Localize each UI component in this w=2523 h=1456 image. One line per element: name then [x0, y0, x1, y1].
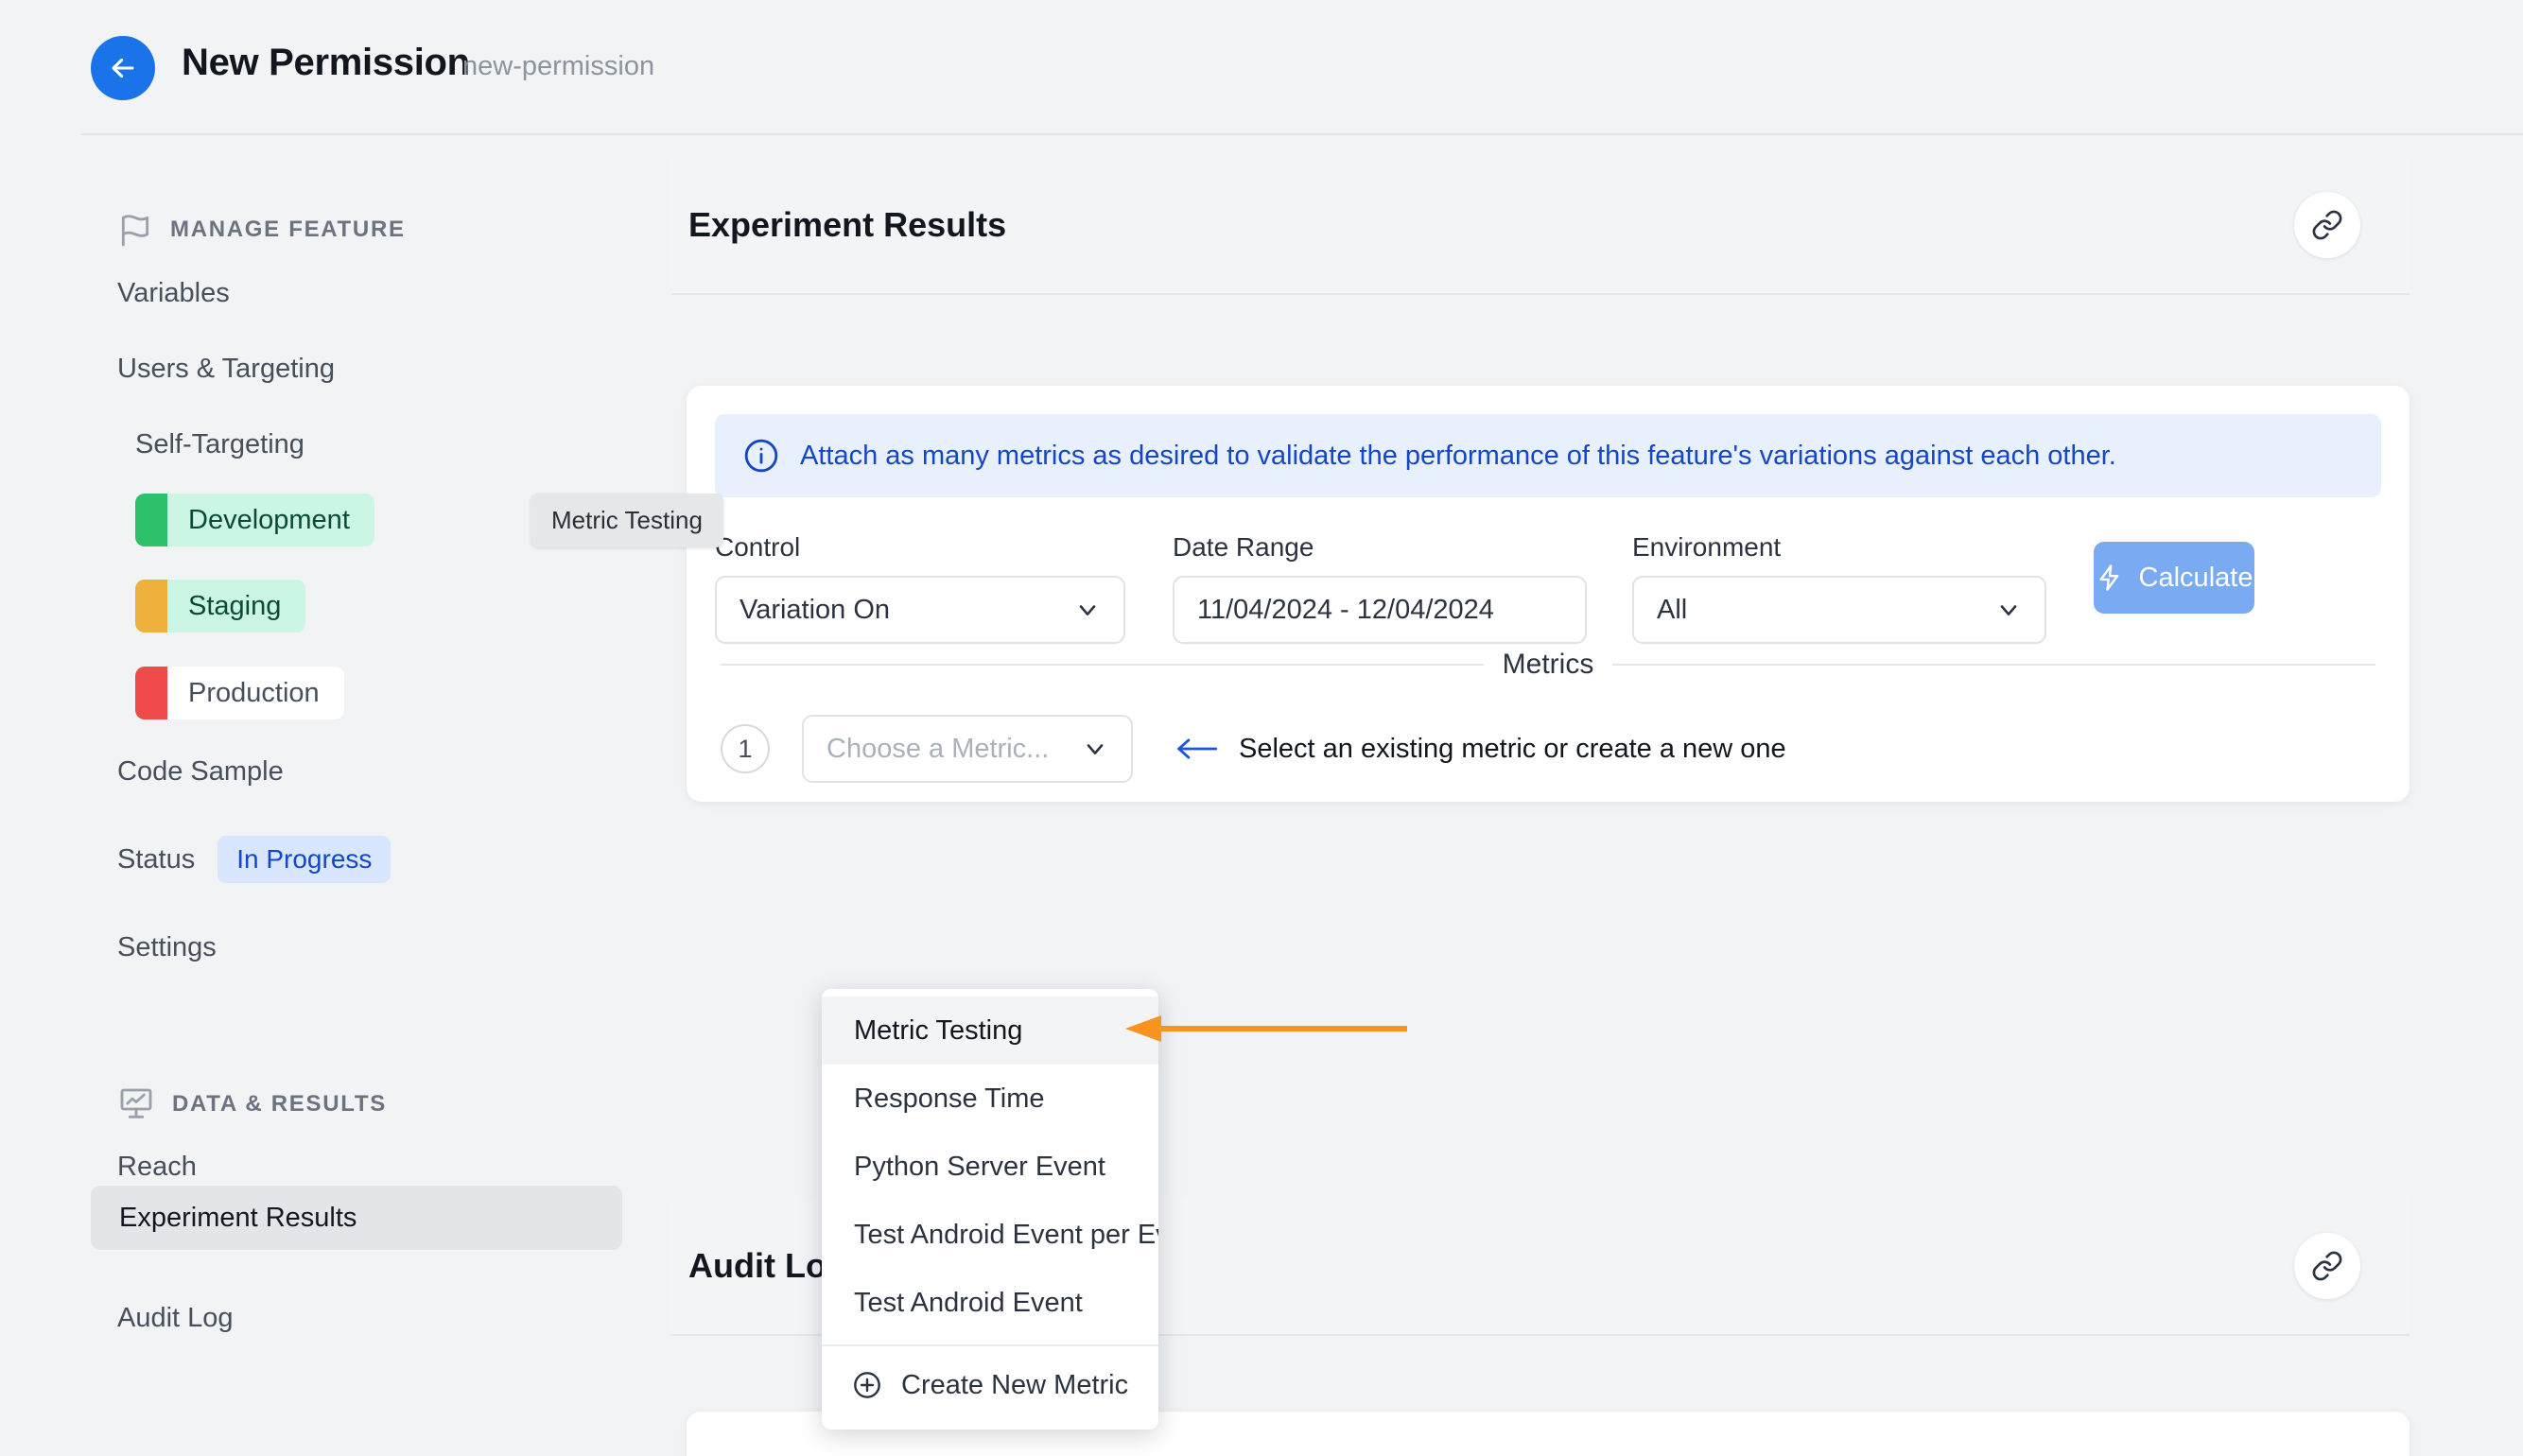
- environment-label: Environment: [1632, 532, 2046, 563]
- sidebar-section-label: MANAGE FEATURE: [170, 217, 406, 243]
- sidebar-item-variables[interactable]: Variables: [117, 278, 230, 309]
- sidebar-item-label: Experiment Results: [119, 1203, 357, 1234]
- metrics-separator: Metrics: [721, 649, 2375, 681]
- sidebar-item-code-sample[interactable]: Code Sample: [117, 756, 284, 788]
- sidebar-env-production[interactable]: Production: [135, 667, 344, 719]
- dropdown-item-test-android-event-per-ev[interactable]: Test Android Event per Ev: [822, 1201, 1158, 1269]
- control-label: Control: [715, 532, 1125, 563]
- create-new-metric-button[interactable]: Create New Metric: [822, 1350, 1158, 1420]
- sidebar-section-manage-feature: MANAGE FEATURE: [117, 212, 406, 248]
- dropdown-item-label: Metric Testing: [854, 1015, 1022, 1047]
- sidebar-item-label: Users & Targeting: [117, 354, 335, 384]
- sidebar-item-label: Audit Log: [117, 1303, 234, 1333]
- page-title: New Permission: [182, 42, 470, 84]
- chevron-down-icon: [1082, 736, 1108, 762]
- sidebar-item-reach[interactable]: Reach: [117, 1152, 197, 1183]
- environment-field: Environment All: [1632, 532, 2046, 644]
- sidebar-item-self-targeting[interactable]: Self-Targeting: [135, 429, 304, 460]
- separator-line-left: [721, 664, 1484, 666]
- calculate-label: Calculate: [2139, 563, 2253, 594]
- sidebar-item-label: Code Sample: [117, 756, 284, 787]
- arrow-left-icon: [1174, 736, 1218, 762]
- lightning-icon: [2096, 563, 2124, 592]
- dropdown-item-label: Response Time: [854, 1083, 1045, 1115]
- env-label: Staging: [167, 591, 305, 622]
- env-color-swatch: [135, 494, 167, 546]
- info-banner: Attach as many metrics as desired to val…: [715, 414, 2381, 497]
- sidebar-item-users-targeting[interactable]: Users & Targeting: [117, 354, 335, 385]
- chevron-down-icon: [1074, 597, 1101, 623]
- sidebar-item-label: Self-Targeting: [135, 429, 304, 459]
- metric-hint-text: Select an existing metric or create a ne…: [1239, 734, 1786, 765]
- copy-link-button[interactable]: [2294, 1233, 2360, 1299]
- date-range-value: 11/04/2024 - 12/04/2024: [1197, 595, 1494, 626]
- date-range-field: Date Range 11/04/2024 - 12/04/2024: [1173, 532, 1587, 644]
- sidebar-item-label: Reach: [117, 1152, 197, 1182]
- dropdown-item-python-server-event[interactable]: Python Server Event: [822, 1133, 1158, 1201]
- link-icon: [2311, 1250, 2343, 1282]
- plus-circle-icon: [852, 1370, 882, 1400]
- metric-dropdown-menu: Metric Testing Response Time Python Serv…: [822, 989, 1158, 1430]
- sidebar-item-label: Variables: [117, 278, 230, 308]
- metric-hint: Select an existing metric or create a ne…: [1174, 734, 1786, 765]
- control-select[interactable]: Variation On: [715, 576, 1125, 644]
- dropdown-item-label: Test Android Event per Ev: [854, 1220, 1158, 1251]
- sidebar-section-data-results: DATA & RESULTS: [117, 1085, 387, 1123]
- env-color-swatch: [135, 667, 167, 719]
- env-color-swatch: [135, 580, 167, 633]
- metric-testing-tooltip: Metric Testing: [531, 494, 723, 547]
- link-icon: [2311, 209, 2343, 241]
- info-banner-message: Attach as many metrics as desired to val…: [800, 441, 2116, 472]
- status-badge: In Progress: [218, 836, 391, 883]
- date-range-input[interactable]: 11/04/2024 - 12/04/2024: [1173, 576, 1587, 644]
- chart-board-icon: [117, 1085, 155, 1123]
- sidebar-item-experiment-results[interactable]: Experiment Results: [91, 1186, 622, 1250]
- sidebar-status-row: Status In Progress: [117, 836, 391, 883]
- environment-select[interactable]: All: [1632, 576, 2046, 644]
- separator-line-right: [1612, 664, 2375, 666]
- annotation-arrow: [1118, 1014, 1411, 1043]
- card-title: Experiment Results: [688, 205, 1006, 245]
- copy-link-button[interactable]: [2294, 192, 2360, 258]
- dropdown-item-response-time[interactable]: Response Time: [822, 1065, 1158, 1133]
- flag-icon: [117, 212, 153, 248]
- dropdown-item-label: Python Server Event: [854, 1152, 1105, 1183]
- metrics-separator-label: Metrics: [1503, 649, 1594, 681]
- dropdown-item-label: Test Android Event: [854, 1288, 1083, 1319]
- control-value: Variation On: [740, 595, 890, 626]
- sidebar-item-label: Settings: [117, 932, 217, 962]
- dropdown-divider: [822, 1344, 1158, 1346]
- create-new-metric-label: Create New Metric: [901, 1370, 1128, 1401]
- calculate-button[interactable]: Calculate: [2094, 542, 2254, 614]
- sidebar-item-audit-log[interactable]: Audit Log: [117, 1303, 234, 1334]
- sidebar-env-development[interactable]: Development: [135, 494, 374, 546]
- chevron-down-icon: [1995, 597, 2022, 623]
- status-label: Status: [117, 844, 195, 875]
- dropdown-item-metric-testing[interactable]: Metric Testing: [822, 997, 1158, 1065]
- info-icon: [743, 438, 779, 474]
- sidebar: MANAGE FEATURE Variables Users & Targeti…: [0, 135, 671, 1456]
- sidebar-section-label: DATA & RESULTS: [172, 1091, 387, 1118]
- experiment-settings-panel: Attach as many metrics as desired to val…: [687, 386, 2410, 802]
- sidebar-env-staging[interactable]: Staging: [135, 580, 305, 633]
- control-field: Control Variation On: [715, 532, 1125, 644]
- date-range-label: Date Range: [1173, 532, 1587, 563]
- arrow-left-icon: [107, 52, 139, 84]
- top-bar: New Permission new-permission: [0, 0, 2523, 133]
- environment-value: All: [1657, 595, 1687, 626]
- metric-select[interactable]: Choose a Metric...: [802, 715, 1133, 783]
- dropdown-item-test-android-event[interactable]: Test Android Event: [822, 1269, 1158, 1337]
- back-button[interactable]: [91, 36, 155, 100]
- env-label: Production: [167, 678, 344, 709]
- env-label: Development: [167, 505, 374, 536]
- experiment-results-card-header: Experiment Results: [671, 156, 2410, 295]
- metric-row: 1 Choose a Metric... Select an existing …: [721, 715, 1786, 783]
- page-key: new-permission: [462, 51, 654, 82]
- metric-select-placeholder: Choose a Metric...: [826, 734, 1049, 765]
- metric-index-badge: 1: [721, 724, 770, 773]
- sidebar-item-settings[interactable]: Settings: [117, 932, 217, 963]
